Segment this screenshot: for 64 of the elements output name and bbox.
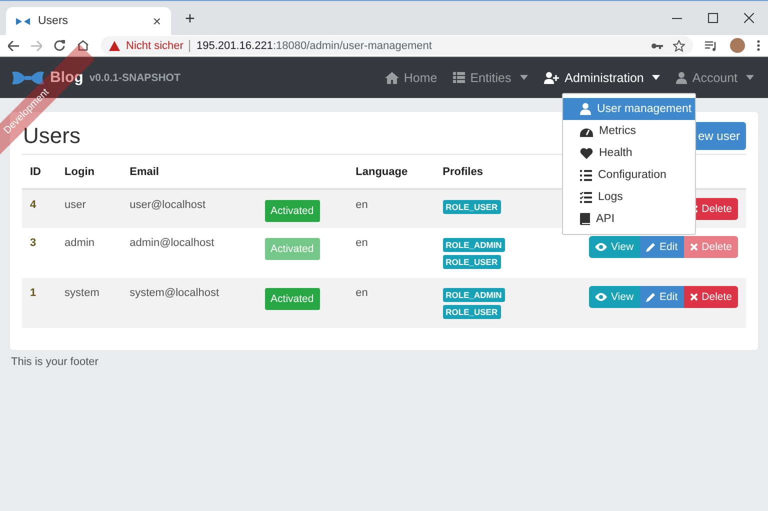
playlist-icon[interactable] [705,40,718,50]
version-label: v0.0.1-SNAPSHOT [89,72,180,84]
star-icon[interactable] [673,40,685,52]
delete-button[interactable]: Delete [684,286,738,308]
eye-icon [594,243,607,251]
address-bar[interactable]: Nicht sicher 195.201.16.221:18080/admin/user-management [101,36,693,55]
gauge-icon [580,126,593,136]
language-cell: en [348,189,435,228]
nav-home-icon [384,72,399,84]
nav-link[interactable]: Entities [453,70,528,84]
warning-icon [109,40,120,50]
bow-icon [16,18,30,24]
close-icon[interactable] [744,13,754,23]
back-icon[interactable] [8,40,19,50]
reload-icon[interactable] [54,40,65,51]
role-badge: ROLE_ADMIN [442,288,505,302]
nav-link[interactable]: Home [384,70,438,84]
menu-item[interactable]: Configuration [563,164,695,186]
bow-logo-icon [12,70,44,84]
nav-link[interactable]: Administration [544,70,660,84]
tab-title: Users [38,15,70,27]
heart-icon [580,148,593,158]
browser-tab[interactable]: Users × [6,7,171,35]
pencil-icon [646,292,656,302]
email-cell: admin@localhost [122,228,257,278]
key-icon[interactable] [651,42,663,48]
nav-link[interactable]: Account [676,70,754,84]
view-button[interactable]: View [588,286,640,308]
avatar-icon[interactable] [730,38,745,53]
menu-item[interactable]: User management [563,98,695,120]
login-cell: user [56,189,122,228]
role-badge: ROLE_ADMIN [442,238,505,252]
login-cell: admin [56,228,122,278]
new-tab-button[interactable]: + [185,9,195,29]
maximize-icon[interactable] [708,13,718,23]
status-badge[interactable]: Activated [264,288,320,310]
url-text: 195.201.16.221:18080/admin/user-management [196,40,432,52]
eye-icon [594,293,607,301]
status-badge[interactable]: Activated [264,200,320,222]
nav-add-user-icon [544,72,560,84]
id-cell[interactable]: 1 [22,278,57,328]
close-tab-button[interactable]: × [152,13,161,29]
more-icon[interactable] [757,40,760,51]
security-warning: Nicht sicher [126,40,184,52]
role-badge: ROLE_USER [442,255,501,269]
checklist-icon [580,192,592,202]
login-cell: system [56,278,122,328]
list-icon [580,170,592,180]
email-cell: system@localhost [122,278,257,328]
footer-text: This is your footer [10,355,100,370]
edit-button[interactable]: Edit [640,286,684,308]
email-cell: user@localhost [122,189,257,228]
language-cell: en [348,228,435,278]
nav-user-icon [676,72,688,84]
user-icon [580,103,591,115]
language-cell: en [348,278,435,328]
pencil-icon [646,242,656,252]
role-badge: ROLE_USER [442,305,501,319]
home-icon[interactable] [77,40,89,51]
book-icon [580,213,590,225]
id-cell[interactable]: 4 [22,189,57,228]
role-badge: ROLE_USER [442,200,501,214]
minimize-icon[interactable] [672,17,682,19]
nav-list-icon [453,72,466,83]
